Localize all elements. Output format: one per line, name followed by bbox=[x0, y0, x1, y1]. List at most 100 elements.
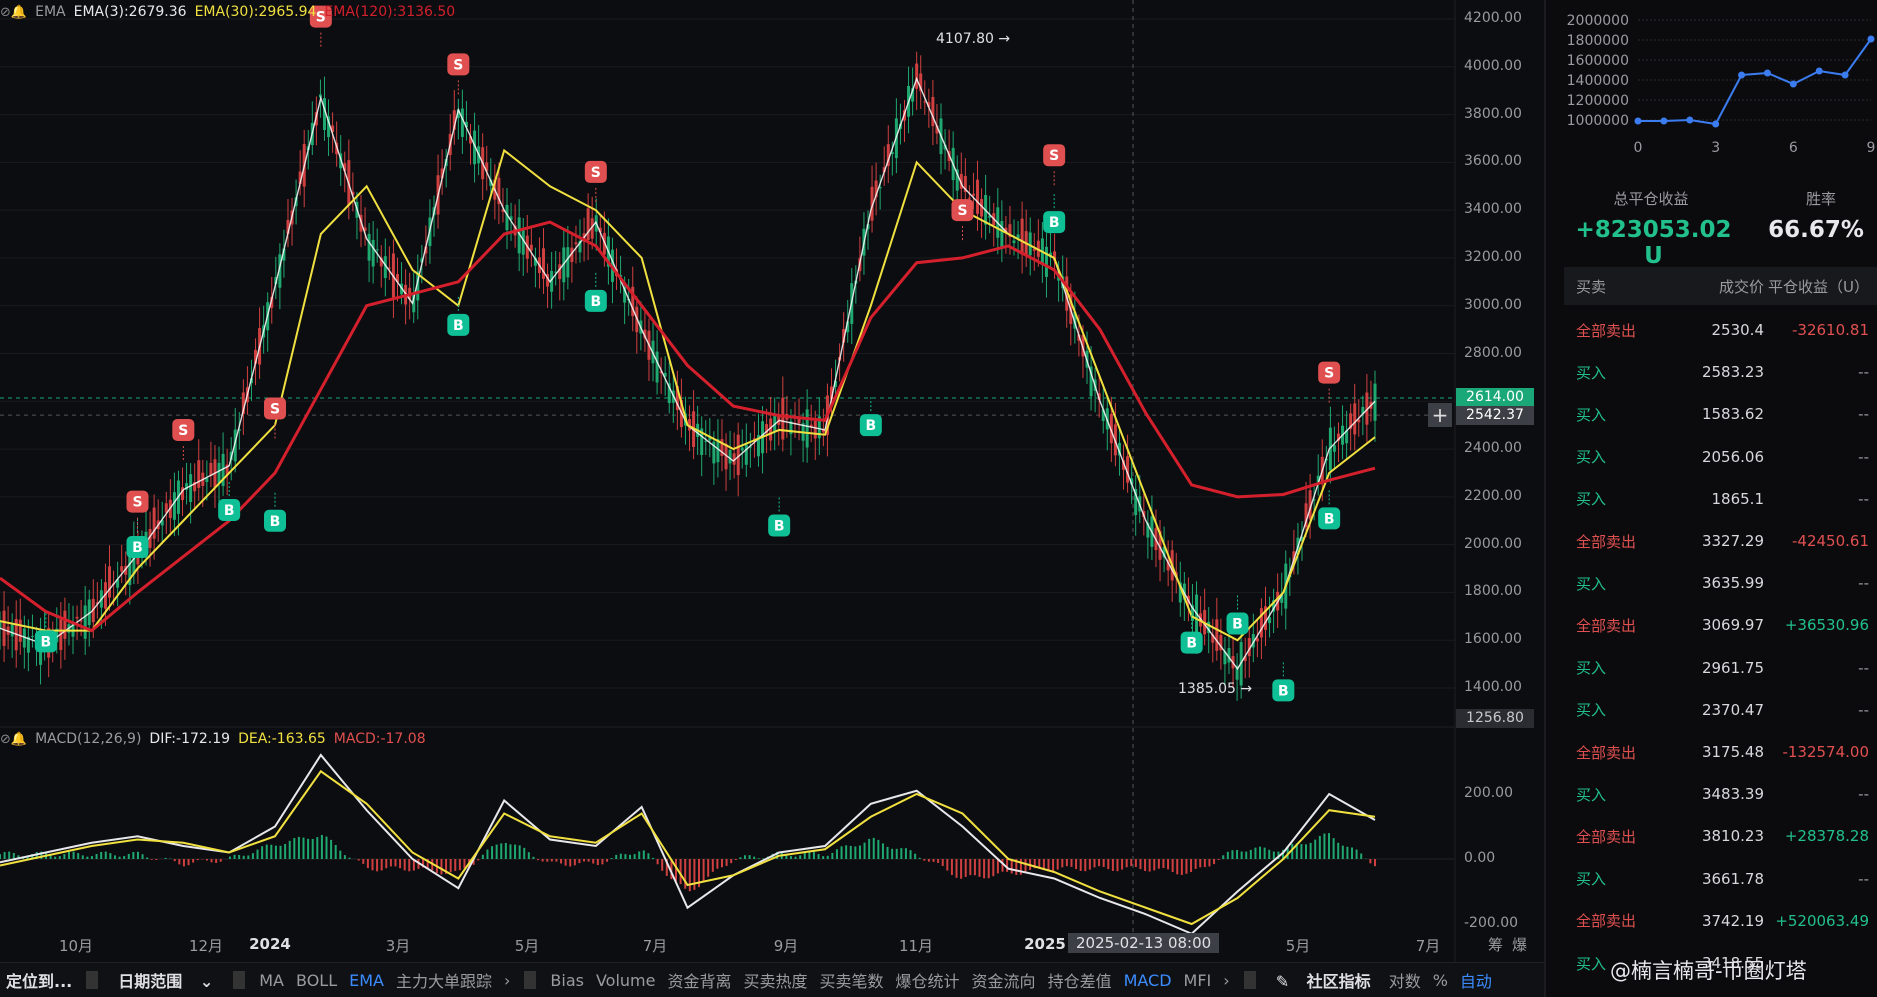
macd-hist-bar bbox=[1148, 859, 1151, 872]
buy-signal[interactable]: B bbox=[1043, 194, 1066, 234]
indicator-ema[interactable]: EMA bbox=[343, 971, 390, 990]
signal-letter: B bbox=[1232, 616, 1243, 632]
candle-body bbox=[931, 97, 935, 127]
sub-flow[interactable]: 资金流向 bbox=[966, 968, 1042, 992]
macd-hist-bar bbox=[983, 859, 986, 879]
indicator-boll[interactable]: BOLL bbox=[290, 971, 343, 990]
trade-row[interactable]: 全部卖出 3810.23 +28378.28 bbox=[1564, 815, 1877, 857]
indicator-ma[interactable]: MA bbox=[253, 971, 290, 990]
buy-signal[interactable]: B bbox=[1226, 595, 1249, 635]
sell-signal[interactable]: S bbox=[126, 490, 149, 532]
trade-row[interactable]: 全部卖出 3069.97 +36530.96 bbox=[1564, 604, 1877, 646]
chevron-right-icon[interactable]: › bbox=[1217, 971, 1235, 990]
macd-hist-bar bbox=[1268, 849, 1271, 859]
trade-row[interactable]: 买入 3483.39 -- bbox=[1564, 773, 1877, 815]
trade-row[interactable]: 全部卖出 2530.4 -32610.81 bbox=[1564, 309, 1877, 351]
buy-signal[interactable]: B bbox=[1318, 490, 1341, 530]
buy-signal[interactable]: B bbox=[584, 272, 607, 312]
macd-hist-bar bbox=[1056, 859, 1059, 870]
x-axis-label: 5月 bbox=[1285, 937, 1311, 955]
trade-side: 买入 bbox=[1576, 659, 1607, 678]
macd-hist-bar bbox=[619, 853, 622, 859]
macd-hist-bar bbox=[573, 859, 576, 866]
trade-row[interactable]: 买入 2370.47 -- bbox=[1564, 689, 1877, 731]
macd-hist-bar bbox=[1185, 859, 1188, 874]
trade-row[interactable]: 买入 3635.99 -- bbox=[1564, 562, 1877, 604]
add-alert-icon[interactable]: + bbox=[1428, 403, 1452, 427]
sub-bias[interactable]: Bias bbox=[544, 971, 590, 990]
macd-hist-bar bbox=[1351, 847, 1354, 859]
trade-row[interactable]: 买入 3661.78 -- bbox=[1564, 858, 1877, 900]
trade-row[interactable]: 全部卖出 3175.48 -132574.00 bbox=[1564, 731, 1877, 773]
trade-side: 全部卖出 bbox=[1576, 827, 1637, 846]
sub-liquidation[interactable]: 爆仓统计 bbox=[890, 968, 966, 992]
macd-hist-bar bbox=[702, 859, 705, 883]
trade-row[interactable]: 买入 2056.06 -- bbox=[1564, 436, 1877, 478]
sell-signal[interactable]: S bbox=[1318, 361, 1341, 403]
price-chart[interactable]: BBBBBBBBBBBBBSSSSSSSSS bbox=[0, 0, 1544, 962]
sub-oi-diff[interactable]: 持仓差值 bbox=[1042, 968, 1118, 992]
trade-row[interactable]: 买入 2583.23 -- bbox=[1564, 351, 1877, 393]
auto-toggle[interactable]: 自动 bbox=[1454, 968, 1498, 992]
sub-heat[interactable]: 买卖热度 bbox=[738, 968, 814, 992]
macd-hist-bar bbox=[527, 852, 530, 859]
sub-divergence[interactable]: 资金背离 bbox=[661, 968, 737, 992]
macd-hist-bar bbox=[95, 853, 98, 859]
sell-signal[interactable]: S bbox=[1043, 144, 1066, 186]
trade-side: 买入 bbox=[1576, 701, 1607, 720]
macd-hist-bar bbox=[233, 854, 236, 859]
sub-mfi[interactable]: MFI bbox=[1178, 971, 1218, 990]
buy-signal[interactable]: B bbox=[768, 497, 791, 537]
sell-signal[interactable]: S bbox=[447, 53, 470, 95]
date-range-dropdown[interactable]: 日期范围 ⌄ bbox=[106, 968, 225, 992]
macd-hist-bar bbox=[1217, 859, 1220, 860]
macd-hist-bar bbox=[817, 854, 820, 859]
macd-hist-bar bbox=[973, 859, 976, 876]
macd-hist-bar bbox=[881, 843, 884, 859]
trade-row[interactable]: 买入 1583.62 -- bbox=[1564, 393, 1877, 435]
trade-pnl: -- bbox=[1858, 869, 1869, 888]
trade-row[interactable]: 买入 2961.75 -- bbox=[1564, 647, 1877, 689]
buy-signal[interactable]: B bbox=[34, 613, 57, 653]
candle-body bbox=[529, 244, 533, 251]
percent-toggle[interactable]: % bbox=[1427, 971, 1454, 990]
chart-area[interactable]: BBBBBBBBBBBBBSSSSSSSSS ⊘🔔 EMA EMA(3):267… bbox=[0, 0, 1544, 997]
low-price-tag: 1256.80 bbox=[1456, 709, 1534, 728]
bell-icon[interactable]: ⊘🔔 bbox=[0, 5, 27, 20]
trade-price: 3742.19 bbox=[1701, 911, 1764, 930]
buy-signal[interactable]: B bbox=[859, 397, 882, 437]
macd-hist-bar bbox=[794, 856, 797, 859]
indicator-main-force[interactable]: 主力大单跟踪 bbox=[390, 968, 498, 992]
candle-body bbox=[1215, 619, 1219, 651]
trade-side: 买入 bbox=[1576, 405, 1607, 424]
sub-trades[interactable]: 买卖笔数 bbox=[814, 968, 890, 992]
macd-hist-bar bbox=[730, 859, 733, 864]
trade-row[interactable]: 买入 1865.1 -- bbox=[1564, 478, 1877, 520]
liq-button[interactable]: 爆 bbox=[1512, 934, 1527, 955]
trade-price: 2961.75 bbox=[1701, 658, 1764, 677]
candle-body bbox=[976, 179, 980, 214]
buy-signal[interactable]: B bbox=[1272, 662, 1295, 702]
sub-macd[interactable]: MACD bbox=[1118, 971, 1178, 990]
community-indicators[interactable]: ✎ 社区指标 bbox=[1264, 968, 1383, 992]
trade-price: 3069.97 bbox=[1701, 616, 1764, 635]
trade-price: 3635.99 bbox=[1701, 574, 1764, 593]
bell-icon[interactable]: ⊘🔔 bbox=[0, 732, 27, 747]
buy-signal[interactable]: B bbox=[126, 519, 149, 559]
chevron-right-icon[interactable]: › bbox=[498, 971, 516, 990]
trade-pnl: -- bbox=[1858, 700, 1869, 719]
log-toggle[interactable]: 对数 bbox=[1383, 968, 1427, 992]
chip-button[interactable]: 筹 bbox=[1488, 934, 1503, 955]
signal-letter: B bbox=[453, 318, 464, 334]
sub-volume[interactable]: Volume bbox=[590, 971, 662, 990]
macd-hist-bar bbox=[58, 856, 61, 859]
trade-row[interactable]: 全部卖出 3327.29 -42450.61 bbox=[1564, 520, 1877, 562]
buy-signal[interactable]: B bbox=[447, 296, 470, 336]
macd-hist-bar bbox=[219, 859, 222, 862]
sell-signal[interactable]: S bbox=[951, 199, 974, 241]
locate-button[interactable]: 定位到... bbox=[0, 968, 78, 992]
buy-signal[interactable]: B bbox=[218, 481, 241, 521]
sell-signal[interactable]: S bbox=[172, 418, 195, 460]
trade-row[interactable]: 全部卖出 3742.19 +520063.49 bbox=[1564, 900, 1877, 942]
buy-signal[interactable]: B bbox=[264, 492, 286, 532]
